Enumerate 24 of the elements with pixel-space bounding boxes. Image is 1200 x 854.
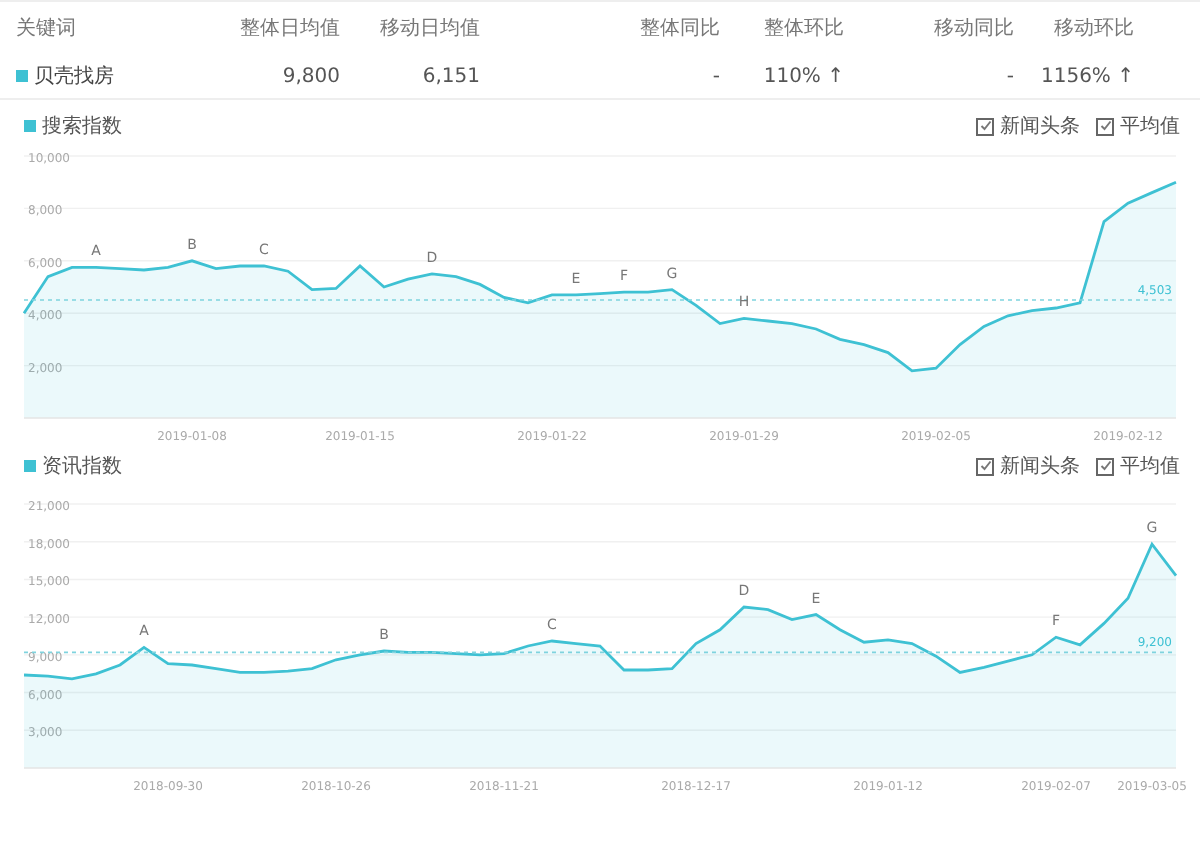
table-cell-text: 6,151 — [420, 65, 480, 87]
legend-label: 资讯指数 — [42, 453, 122, 480]
checkbox-icon[interactable] — [976, 457, 994, 475]
toggle-checkbox[interactable]: 新闻头条 — [976, 112, 1080, 140]
table-cell-text: 1156% ↑ — [1038, 65, 1134, 87]
legend-label: 搜索指数 — [42, 113, 122, 140]
toggle-checkbox[interactable]: 平均值 — [1096, 452, 1180, 480]
column-header: 移动日均值 — [378, 16, 480, 42]
keyword-label: 贝壳找房 — [34, 63, 114, 90]
toggle-checkbox[interactable]: 平均值 — [1096, 112, 1180, 140]
column-header: 移动同比 — [932, 15, 1014, 42]
table-cell-text: - — [1004, 65, 1014, 87]
column-header: 关键词 — [16, 15, 78, 42]
column-header: 整体同比 — [638, 15, 720, 42]
column-header: 整体环比 — [762, 15, 844, 42]
checkbox-icon[interactable] — [976, 117, 994, 135]
toggle-checkbox[interactable]: 新闻头条 — [976, 452, 1080, 480]
table-cell-text: - — [710, 65, 720, 87]
column-header: 移动环比 — [1052, 15, 1134, 42]
table-cell-text: 9,800 — [280, 65, 340, 87]
table-cell-text: 110% ↑ — [761, 65, 844, 87]
column-header: 整体日均值 — [238, 16, 340, 42]
checkbox-icon[interactable] — [1096, 117, 1114, 135]
checkbox-icon[interactable] — [1096, 457, 1114, 475]
